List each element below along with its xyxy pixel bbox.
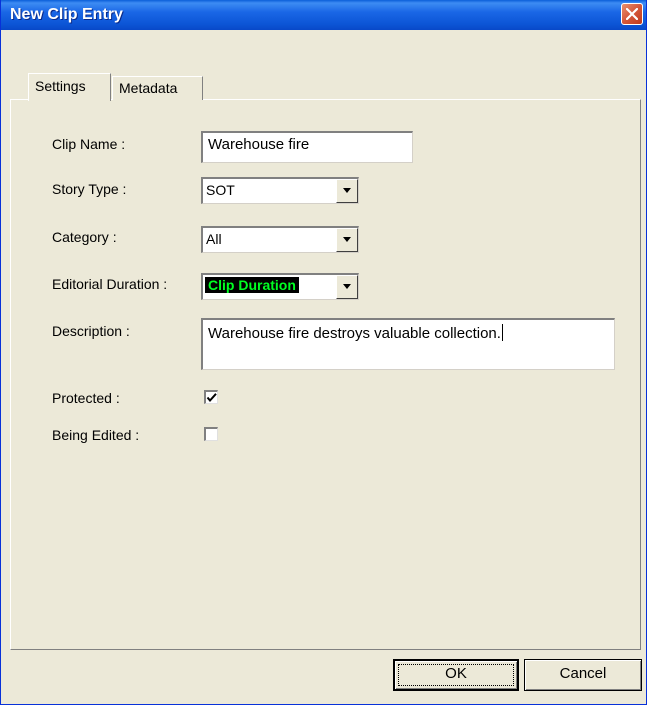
cancel-button[interactable]: Cancel xyxy=(524,659,642,691)
editorial-duration-dropdown-button[interactable] xyxy=(336,275,358,299)
tab-settings-label: Settings xyxy=(35,78,86,94)
close-icon xyxy=(626,8,638,20)
clip-name-value: Warehouse fire xyxy=(208,136,310,153)
focus-rectangle xyxy=(398,664,514,686)
dialog-window: New Clip Entry Settings Metadata Clip Na… xyxy=(0,0,647,705)
title-bar[interactable]: New Clip Entry xyxy=(1,0,646,30)
chevron-down-icon xyxy=(343,237,351,242)
story-type-select[interactable]: SOT xyxy=(201,177,359,204)
close-button[interactable] xyxy=(621,3,643,25)
protected-checkbox[interactable] xyxy=(204,390,218,404)
tab-metadata-label: Metadata xyxy=(119,80,178,96)
editorial-duration-value: Clip Duration xyxy=(205,277,299,293)
description-label: Description : xyxy=(52,323,130,339)
description-value: Warehouse fire destroys valuable collect… xyxy=(208,325,501,342)
category-label: Category : xyxy=(52,229,117,245)
chevron-down-icon xyxy=(343,284,351,289)
story-type-label: Story Type : xyxy=(52,181,127,197)
cancel-button-label: Cancel xyxy=(559,665,607,682)
editorial-duration-select[interactable]: Clip Duration xyxy=(201,273,359,300)
tab-settings[interactable]: Settings xyxy=(28,73,111,101)
category-dropdown-button[interactable] xyxy=(336,228,358,252)
being-edited-checkbox[interactable] xyxy=(204,427,218,441)
protected-label: Protected : xyxy=(52,390,120,406)
category-select[interactable]: All xyxy=(201,226,359,253)
text-cursor xyxy=(501,324,503,341)
being-edited-label: Being Edited : xyxy=(52,427,140,443)
chevron-down-icon xyxy=(343,188,351,193)
story-type-value: SOT xyxy=(206,182,235,198)
window-title: New Clip Entry xyxy=(10,6,123,23)
editorial-duration-label: Editorial Duration : xyxy=(52,276,168,292)
clip-name-input[interactable]: Warehouse fire xyxy=(201,131,413,163)
description-input[interactable]: Warehouse fire destroys valuable collect… xyxy=(201,318,615,370)
tab-metadata[interactable]: Metadata xyxy=(112,76,203,100)
clip-name-label: Clip Name : xyxy=(52,136,126,152)
check-icon xyxy=(206,393,217,403)
ok-button[interactable]: OK xyxy=(393,659,519,691)
category-value: All xyxy=(206,231,222,247)
story-type-dropdown-button[interactable] xyxy=(336,179,358,203)
